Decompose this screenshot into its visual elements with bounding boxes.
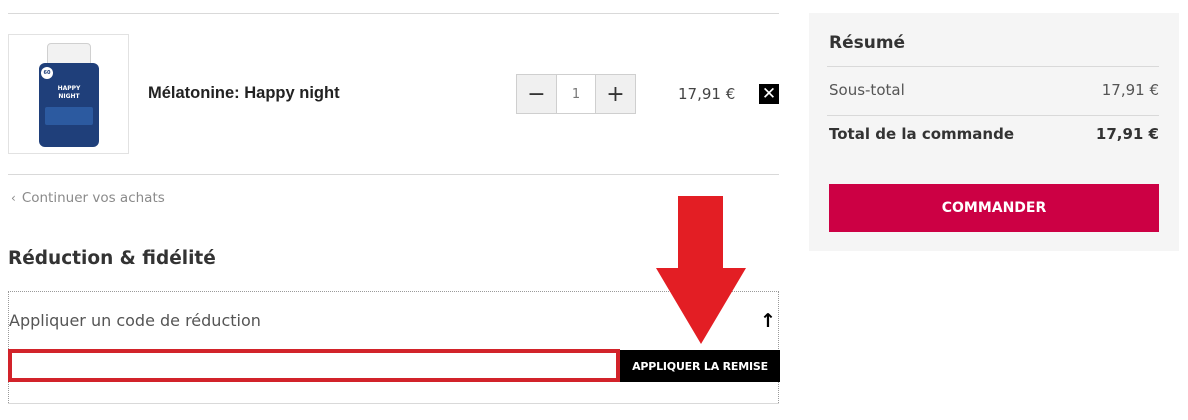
product-price: 17,91 € (678, 85, 736, 103)
subtotal-value: 17,91 € (1101, 81, 1159, 99)
summary-divider (827, 66, 1159, 67)
minus-icon[interactable]: − (517, 75, 556, 113)
quantity-stepper[interactable]: − 1 + (516, 74, 636, 114)
total-label: Total de la commande (829, 125, 1014, 143)
total-row: Total de la commande 17,91 € (829, 125, 1159, 143)
subtotal-label: Sous-total (829, 81, 905, 99)
order-summary: Résumé Sous-total 17,91 € Total de la co… (809, 13, 1179, 251)
product-divider (8, 174, 779, 175)
top-divider (8, 13, 779, 14)
continue-shopping-label: Continuer vos achats (21, 190, 165, 206)
product-thumbnail[interactable]: 60 HAPPY NIGHT (8, 34, 129, 154)
apply-discount-button[interactable]: APPLIQUER LA REMISE (620, 350, 780, 382)
product-name[interactable]: Mélatonine: Happy night (148, 84, 340, 103)
reduction-title: Réduction & fidélité (8, 248, 216, 269)
continue-shopping-link[interactable]: ‹ Continuer vos achats (11, 190, 165, 206)
coupon-toggle-label[interactable]: Appliquer un code de réduction (9, 311, 261, 330)
big-arrow-down-icon (656, 196, 746, 344)
bottom-divider (8, 403, 779, 404)
bottle-body: 60 HAPPY NIGHT (39, 63, 99, 147)
bottle-cap (47, 43, 91, 65)
total-value: 17,91 € (1095, 125, 1159, 143)
plus-icon[interactable]: + (596, 75, 635, 113)
coupon-code-input[interactable] (8, 349, 620, 382)
chevron-left-icon: ‹ (11, 191, 16, 205)
quantity-value[interactable]: 1 (556, 75, 596, 113)
bottle-badge: 60 (41, 67, 53, 79)
bottle-sublabel (45, 107, 93, 125)
subtotal-row: Sous-total 17,91 € (829, 81, 1159, 99)
summary-title: Résumé (829, 33, 906, 53)
close-icon[interactable]: ✕ (759, 84, 779, 104)
order-button[interactable]: COMMANDER (829, 184, 1159, 232)
product-bottle-image: 60 HAPPY NIGHT (39, 43, 99, 147)
summary-divider (827, 115, 1159, 116)
bottle-label: HAPPY NIGHT (57, 85, 81, 100)
arrow-up-icon[interactable]: ↑ (760, 310, 776, 332)
